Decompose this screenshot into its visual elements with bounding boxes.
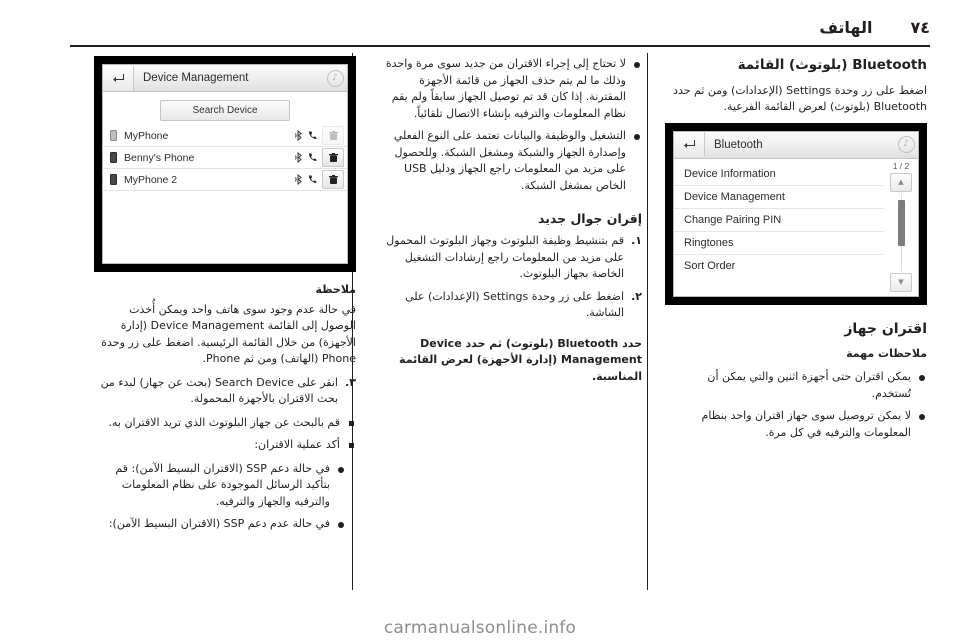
page-number: ٧٤ xyxy=(910,18,930,37)
bluetooth-screen-title: Bluetooth xyxy=(714,138,763,151)
mobile-icon xyxy=(107,130,120,141)
mobile-icon xyxy=(107,152,120,163)
bt-menu-item-device-information[interactable]: Device Information xyxy=(674,163,884,186)
list-item: قم بتنشيط وظيفة البلوتوث وجهاز البلوتوث … xyxy=(386,233,642,281)
bluetooth-menu-list: Device Information Device Management Cha… xyxy=(674,159,918,277)
left-steps: انقر على Search Device (بحث عن جهاز) لبد… xyxy=(94,375,356,408)
device-management-screenshot: ♪ Device Management Search Device MyPhon… xyxy=(94,56,356,272)
pairing-heading: اقتران جهاز xyxy=(844,320,927,337)
bt-menu-item-device-management[interactable]: Device Management xyxy=(674,186,884,209)
device-management-titlebar: ♪ Device Management xyxy=(103,65,347,92)
trash-icon xyxy=(328,130,338,140)
header-rule xyxy=(70,45,930,47)
bluetooth-audio-icon[interactable] xyxy=(293,174,306,185)
scroll-track[interactable] xyxy=(897,193,905,271)
bluetooth-menu-intro: اضغط على زر وحدة Settings (الإعدادات) وم… xyxy=(673,83,927,114)
list-item: يمكن اقتران حتى أجهزة اثنين والتي يمكن أ… xyxy=(665,369,927,402)
column-left: ♪ Device Management Search Device MyPhon… xyxy=(94,56,356,540)
chapter-title: الهاتف xyxy=(819,18,873,37)
device-name: Benny's Phone xyxy=(124,151,195,164)
list-item: في حالة عدم دعم SSP (الاقتران البسيط الآ… xyxy=(94,516,346,533)
trash-icon xyxy=(328,152,338,162)
handset-icon[interactable] xyxy=(306,130,319,141)
handset-icon[interactable] xyxy=(306,152,319,163)
watermark: carmanualsonline.info xyxy=(383,618,577,638)
back-arrow-icon[interactable] xyxy=(103,65,134,91)
middle-notes-list: لا تحتاج إلى إجراء الاقتران من جديد سوى … xyxy=(380,56,642,194)
pair-new-phone-steps: قم بتنشيط وظيفة البلوتوث وجهاز البلوتوث … xyxy=(380,233,642,322)
list-item: قم بالبحث عن جهاز البلوتوث الذي تريد الا… xyxy=(94,415,356,432)
device-name: MyPhone 2 xyxy=(124,173,178,186)
left-sub-items: قم بالبحث عن جهاز البلوتوث الذي تريد الا… xyxy=(94,415,356,454)
page-indicator: 1 / 2 xyxy=(892,160,910,171)
bt-menu-item-change-pairing-pin[interactable]: Change Pairing PIN xyxy=(674,209,884,232)
bluetooth-menu-heading: Bluetooth (بلوتوث) القائمة xyxy=(737,57,927,73)
scroll-thumb[interactable] xyxy=(897,199,905,246)
delete-device-button[interactable] xyxy=(322,148,344,167)
list-item: لا يمكن تروصيل سوى جهاز اقتران واحد بنظا… xyxy=(665,408,927,441)
important-notes-label: ملاحظات مهمة xyxy=(846,346,927,360)
column-right: Bluetooth (بلوتوث) القائمة اضغط على زر و… xyxy=(665,56,927,448)
device-management-title: Device Management xyxy=(143,72,249,84)
delete-device-button[interactable] xyxy=(322,170,344,189)
list-item: اضغط على زر وحدة Settings (الإعدادات) عل… xyxy=(405,289,642,320)
search-device-button[interactable]: Search Device xyxy=(160,100,290,121)
delete-device-button xyxy=(322,126,344,145)
pair-new-phone-heading: إقران جوال جديد xyxy=(537,211,642,226)
bt-menu-item-ringtones[interactable]: Ringtones xyxy=(674,232,884,255)
important-notes-list: يمكن اقتران حتى أجهزة اثنين والتي يمكن أ… xyxy=(665,369,927,441)
pair-closing-text: حدد Bluetooth (بلوتوث) ثم حدد Device Man… xyxy=(399,336,642,383)
mobile-icon xyxy=(107,174,120,185)
bluetooth-screenshot: ♪ Bluetooth Device Information Device Ma… xyxy=(665,122,927,305)
bt-menu-item-sort-order[interactable]: Sort Order xyxy=(674,255,884,277)
note-text: في حالة عدم وجود سوى هاتف واحد ويمكن أُخ… xyxy=(101,302,356,366)
bluetooth-screen-body: Device Information Device Management Cha… xyxy=(674,158,918,296)
list-item: في حالة دعم SSP (الاقتران البسيط الآمن):… xyxy=(94,461,346,511)
list-item: لا تحتاج إلى إجراء الاقتران من جديد سوى … xyxy=(380,56,642,122)
bluetooth-audio-icon[interactable] xyxy=(293,130,306,141)
page-header: ٧٤ الهاتف xyxy=(70,18,930,44)
bluetooth-screen-titlebar: ♪ Bluetooth xyxy=(674,131,918,159)
table-row[interactable]: MyPhone 2 xyxy=(103,169,347,191)
bluetooth-audio-icon[interactable] xyxy=(293,152,306,163)
table-row[interactable]: Benny's Phone xyxy=(103,147,347,169)
table-row[interactable]: MyPhone xyxy=(103,125,347,147)
music-note-icon: ♪ xyxy=(894,136,918,154)
list-item: انقر على Search Device (بحث عن جهاز) لبد… xyxy=(100,375,356,406)
column-divider-2 xyxy=(647,53,648,590)
device-name: MyPhone xyxy=(124,129,169,142)
scroll-down-icon[interactable]: ▼ xyxy=(890,272,912,292)
bluetooth-scrollbar[interactable]: 1 / 2 ▲ ▼ xyxy=(888,161,914,292)
back-arrow-icon[interactable] xyxy=(674,132,705,158)
handset-icon[interactable] xyxy=(306,174,319,185)
column-middle: لا تحتاج إلى إجراء الاقتران من جديد سوى … xyxy=(380,56,642,392)
left-bullets: في حالة دعم SSP (الاقتران البسيط الآمن):… xyxy=(94,461,356,533)
device-management-body: Search Device MyPhone Benny's Phone MyPh… xyxy=(103,92,347,263)
list-item: التشغيل والوظيفة والبيانات تعتمد على الن… xyxy=(380,128,642,194)
music-note-icon: ♪ xyxy=(323,69,347,87)
list-item: أكد عملية الاقتران: xyxy=(94,437,356,454)
note-label: ملاحظة xyxy=(315,283,356,296)
manual-page: ٧٤ الهاتف Bluetooth (بلوتوث) القائمة اضغ… xyxy=(0,0,960,642)
scroll-up-icon[interactable]: ▲ xyxy=(890,172,912,192)
trash-icon xyxy=(328,174,338,184)
